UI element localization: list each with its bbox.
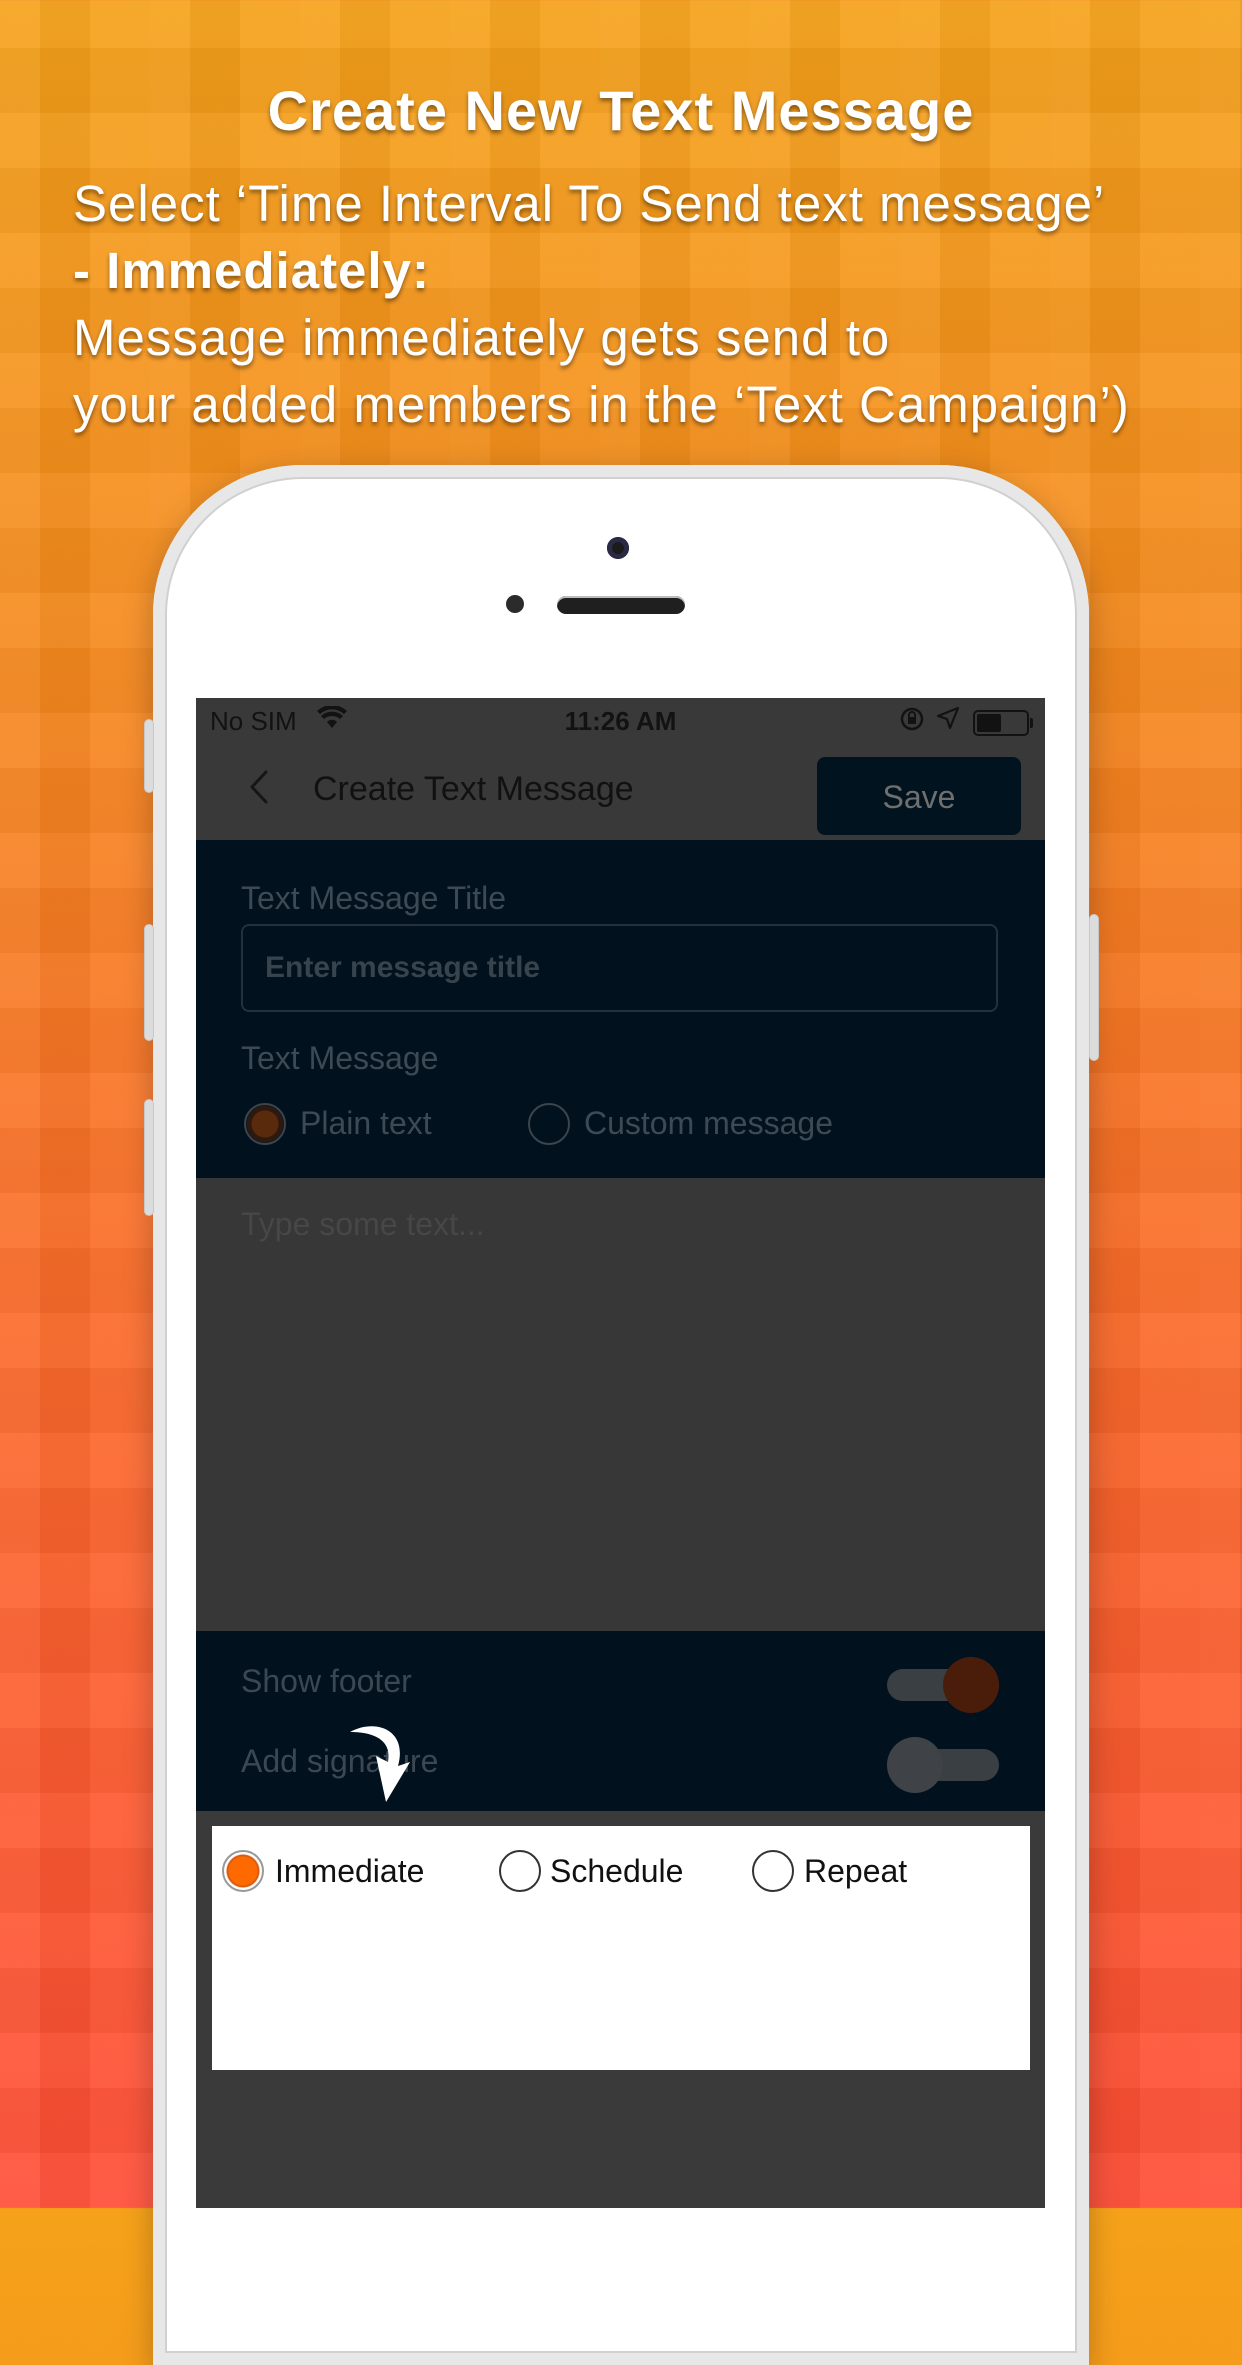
location-icon (936, 706, 960, 737)
description: Select ‘Time Interval To Send text messa… (73, 170, 1213, 438)
back-button[interactable] (246, 766, 272, 818)
show-footer-toggle-knob (943, 1657, 999, 1713)
schedule-label[interactable]: Schedule (550, 1853, 683, 1890)
title-input[interactable]: Enter message title (241, 924, 998, 1012)
page-headline: Create New Text Message (267, 79, 975, 142)
description-line-2: - Immediately: (73, 242, 430, 299)
description-line-4: your added members in the ‘Text Campaign… (73, 376, 1130, 433)
nav-bar: Create Text Message Save (196, 744, 1045, 840)
app-screen: No SIM 11:26 AM Create Text Message Save… (196, 698, 1045, 2208)
custom-message-label[interactable]: Custom message (584, 1105, 833, 1142)
phone-volume-up-button (145, 925, 153, 1040)
phone-volume-down-button (145, 1100, 153, 1215)
immediate-radio[interactable] (222, 1850, 264, 1892)
status-bar: No SIM 11:26 AM (196, 698, 1045, 744)
battery-fill (977, 714, 1001, 732)
schedule-radio[interactable] (499, 1850, 541, 1892)
phone-mute-switch (145, 720, 153, 792)
plain-text-radio[interactable] (244, 1103, 286, 1145)
save-button[interactable]: Save (817, 757, 1021, 835)
message-form: Text Message Title Enter message title T… (196, 840, 1045, 1178)
battery-icon (973, 710, 1033, 736)
options-panel: Show footer Add signature (196, 1631, 1045, 1811)
earpiece-speaker (557, 596, 685, 614)
proximity-sensor (506, 595, 524, 613)
immediate-label[interactable]: Immediate (275, 1853, 424, 1890)
repeat-radio[interactable] (752, 1850, 794, 1892)
plain-text-label[interactable]: Plain text (300, 1105, 432, 1142)
title-label: Text Message Title (241, 880, 506, 916)
phone-power-button (1090, 915, 1098, 1060)
chevron-left-icon (250, 770, 268, 804)
textarea-placeholder: Type some text... (241, 1206, 485, 1242)
message-label: Text Message (241, 1040, 439, 1076)
curved-arrow-icon (350, 1726, 410, 1802)
description-line-1: Select ‘Time Interval To Send text messa… (73, 175, 1106, 232)
description-line-3: Message immediately gets send to (73, 309, 891, 366)
nav-title: Create Text Message (313, 770, 634, 808)
show-footer-label: Show footer (241, 1663, 412, 1699)
repeat-label[interactable]: Repeat (804, 1853, 907, 1890)
rotation-lock-icon (899, 706, 925, 739)
show-footer-toggle[interactable] (887, 1657, 999, 1713)
send-interval-card: Immediate Schedule Repeat (212, 1826, 1030, 2070)
message-textarea[interactable]: Type some text... (196, 1178, 1045, 1631)
custom-message-radio[interactable] (528, 1103, 570, 1145)
add-signature-toggle[interactable] (887, 1737, 999, 1793)
front-camera (607, 537, 629, 559)
add-signature-toggle-knob (887, 1737, 943, 1793)
